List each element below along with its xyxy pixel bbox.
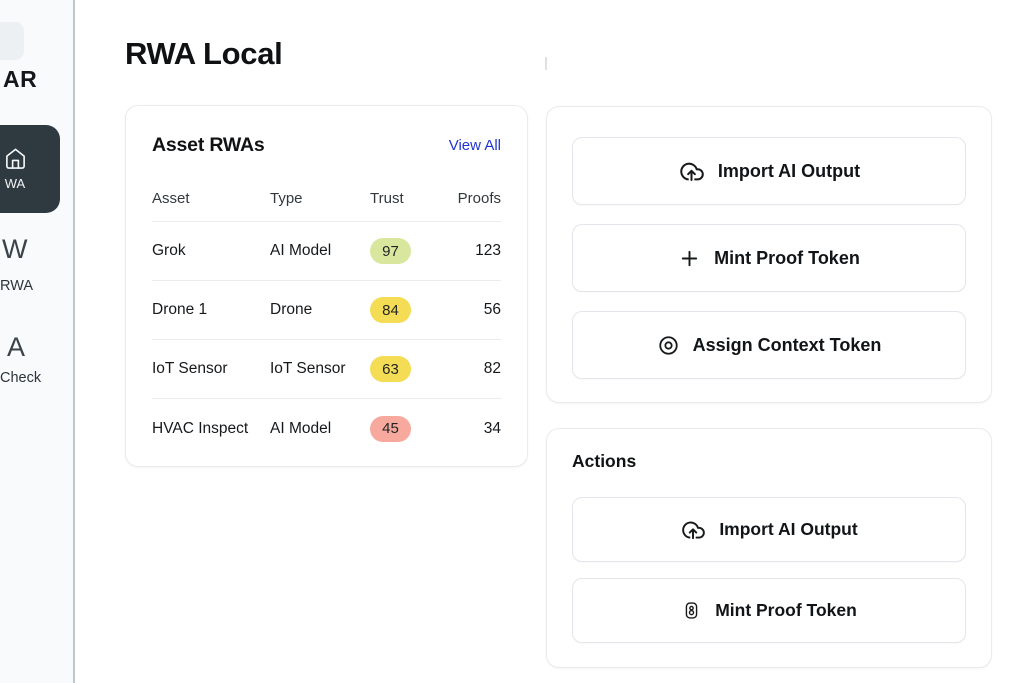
token-badge-icon bbox=[681, 600, 702, 621]
plus-icon bbox=[678, 247, 701, 270]
import-ai-output-button[interactable]: Import AI Output bbox=[572, 497, 966, 562]
table-header-row: Asset Type Trust Proofs bbox=[152, 176, 501, 222]
asset-type: Drone bbox=[270, 301, 370, 319]
mint-proof-token-button[interactable]: Mint Proof Token bbox=[572, 224, 966, 292]
sidebar-item-label-fragment[interactable]: Check bbox=[0, 370, 41, 386]
view-all-link[interactable]: View All bbox=[449, 137, 501, 154]
asset-type: IoT Sensor bbox=[270, 360, 370, 378]
asset-type: AI Model bbox=[270, 242, 370, 260]
mint-proof-token-button[interactable]: Mint Proof Token bbox=[572, 578, 966, 643]
button-label: Mint Proof Token bbox=[714, 248, 860, 269]
actions-card-title: Actions bbox=[572, 451, 966, 472]
trust-score-badge: 45 bbox=[370, 416, 411, 442]
button-label: Assign Context Token bbox=[693, 335, 882, 356]
sidebar-item-label-fragment[interactable]: RWA bbox=[0, 278, 33, 294]
assign-context-token-button[interactable]: Assign Context Token bbox=[572, 311, 966, 379]
home-icon bbox=[4, 147, 27, 170]
asset-name: HVAC Inspect bbox=[152, 420, 270, 438]
column-header-type: Type bbox=[270, 190, 370, 207]
table-row: HVAC Inspect AI Model 45 34 bbox=[152, 399, 501, 458]
button-label: Import AI Output bbox=[718, 161, 860, 182]
import-ai-output-button[interactable]: Import AI Output bbox=[572, 137, 966, 205]
sidebar-item-icon-fragment[interactable]: A bbox=[7, 332, 25, 363]
column-header-proofs: Proofs bbox=[458, 190, 501, 207]
trust-score-badge: 97 bbox=[370, 238, 411, 264]
table-row: Grok AI Model 97 123 bbox=[152, 222, 501, 281]
asset-rwas-card: Asset RWAs View All Asset Type Trust Pro… bbox=[125, 105, 528, 467]
trust-score-badge: 84 bbox=[370, 297, 411, 323]
trust-score-badge: 63 bbox=[370, 356, 411, 382]
upload-cloud-icon bbox=[680, 517, 706, 543]
page-title: RWA Local bbox=[125, 36, 283, 72]
asset-name: IoT Sensor bbox=[152, 360, 270, 378]
quick-actions-card: Import AI Output Mint Proof Token Assign… bbox=[546, 106, 992, 403]
sidebar: AR WA W RWA A Check bbox=[0, 0, 75, 683]
text-cursor-artifact bbox=[545, 57, 547, 70]
circle-dot-icon bbox=[657, 334, 680, 357]
app-window: AR WA W RWA A Check RWA Local Asset RWAs… bbox=[0, 0, 1024, 683]
sidebar-item-icon-fragment[interactable]: W bbox=[2, 234, 27, 265]
column-header-trust: Trust bbox=[370, 190, 442, 207]
brand-text: AR bbox=[3, 66, 37, 93]
asset-type: AI Model bbox=[270, 420, 370, 438]
button-label: Import AI Output bbox=[719, 519, 857, 540]
asset-name: Grok bbox=[152, 242, 270, 260]
app-logo bbox=[0, 22, 24, 60]
button-label: Mint Proof Token bbox=[715, 600, 857, 621]
upload-cloud-icon bbox=[678, 158, 705, 185]
sidebar-item-rwa-active[interactable]: WA bbox=[0, 125, 60, 213]
proofs-count: 123 bbox=[475, 242, 501, 260]
proofs-count: 34 bbox=[484, 420, 501, 438]
actions-card: Actions Import AI Output Mint Proof Toke… bbox=[546, 428, 992, 668]
column-header-asset: Asset bbox=[152, 190, 270, 207]
asset-name: Drone 1 bbox=[152, 301, 270, 319]
proofs-count: 56 bbox=[484, 301, 501, 319]
table-row: Drone 1 Drone 84 56 bbox=[152, 281, 501, 340]
proofs-count: 82 bbox=[484, 360, 501, 378]
sidebar-item-label: WA bbox=[5, 176, 25, 191]
table-row: IoT Sensor IoT Sensor 63 82 bbox=[152, 340, 501, 399]
asset-card-title: Asset RWAs bbox=[152, 134, 265, 157]
